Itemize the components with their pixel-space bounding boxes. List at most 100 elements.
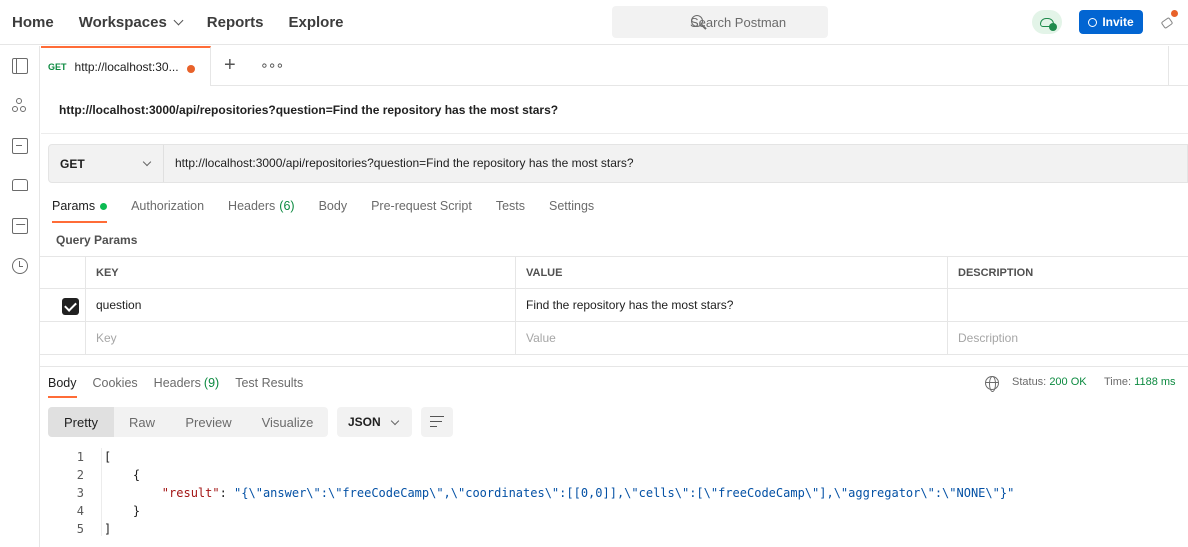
nav-home[interactable]: Home — [12, 14, 54, 31]
chevron-down-icon — [173, 15, 184, 26]
query-params-label: Query Params — [56, 233, 138, 247]
param-description-field[interactable] — [947, 289, 1188, 321]
new-key-field[interactable]: Key — [85, 322, 515, 354]
add-user-icon — [1088, 17, 1098, 27]
response-tab-body[interactable]: Body — [48, 376, 77, 398]
line-number: 1 — [76, 450, 84, 464]
response-view-switch: Pretty Raw Preview Visualize — [48, 407, 328, 437]
unsaved-dot — [187, 65, 195, 73]
wrap-icon-line — [430, 416, 444, 418]
request-tab-name: http://localhost:30... — [74, 60, 179, 74]
nav-workspaces-label: Workspaces — [78, 14, 167, 31]
view-preview-button[interactable]: Preview — [170, 407, 247, 437]
response-divider[interactable] — [40, 366, 1188, 367]
view-visualize-button[interactable]: Visualize — [247, 407, 328, 437]
status-value: 200 OK — [1049, 376, 1087, 388]
search-icon — [691, 15, 703, 27]
tab-params-label: Params — [52, 199, 96, 213]
query-params-table: KEY VALUE DESCRIPTION question Find the … — [40, 256, 1188, 355]
line-number: 5 — [76, 522, 84, 536]
new-tab-button[interactable]: + — [224, 55, 236, 75]
tab-prerequest-script[interactable]: Pre-request Script — [371, 199, 472, 221]
nav-home-label: Home — [12, 14, 54, 31]
history-icon[interactable] — [12, 258, 28, 274]
code-text: { — [104, 468, 141, 482]
monitors-icon[interactable] — [12, 218, 28, 234]
code-line: 3 "result": "{\"answer\":\"freeCodeCamp\… — [40, 484, 1188, 502]
invite-label: Invite — [1102, 15, 1134, 29]
view-raw-button[interactable]: Raw — [114, 407, 170, 437]
status-readout[interactable]: Status: 200 OK — [1012, 376, 1087, 388]
request-tab-bar: GET http://localhost:30... + ∘∘∘ — [41, 46, 1188, 86]
request-title[interactable]: http://localhost:3000/api/repositories?q… — [59, 103, 558, 117]
response-tab-test-results[interactable]: Test Results — [235, 376, 303, 398]
nav-explore[interactable]: Explore — [288, 14, 343, 31]
code-line: 4 } — [40, 502, 1188, 520]
format-select-value: JSON — [348, 415, 381, 429]
tab-tests-label: Tests — [495, 199, 525, 213]
time-readout[interactable]: Time: 1188 ms — [1104, 376, 1176, 388]
request-tab[interactable]: GET http://localhost:30... — [41, 46, 211, 86]
tab-authorization[interactable]: Authorization — [131, 199, 204, 221]
wrap-lines-button[interactable] — [421, 407, 453, 437]
param-enabled-checkbox[interactable] — [62, 298, 79, 315]
status-label: Status: — [1012, 376, 1047, 388]
url-input[interactable]: http://localhost:3000/api/repositories?q… — [175, 156, 634, 170]
format-select[interactable]: JSON — [337, 407, 412, 437]
code-text: ] — [104, 522, 112, 536]
tab-settings[interactable]: Settings — [549, 199, 594, 221]
param-key-field[interactable]: question — [85, 289, 515, 321]
column-header-description: DESCRIPTION — [947, 257, 1188, 288]
json-colon: : — [219, 486, 235, 500]
response-body-editor[interactable]: 1 [ 2 { 3 "result": "{\"answer\":\"freeC… — [40, 448, 1188, 547]
nav-workspaces[interactable]: Workspaces — [78, 14, 184, 31]
response-tab-cookies[interactable]: Cookies — [93, 376, 138, 398]
table-header-check — [40, 257, 85, 288]
response-tab-headers[interactable]: Headers (9) — [154, 376, 220, 398]
code-text: "result": "{\"answer\":\"freeCodeCamp\",… — [104, 484, 1015, 502]
row-check-cell — [40, 289, 85, 321]
tab-params[interactable]: Params — [52, 199, 108, 223]
time-label: Time: — [1104, 376, 1132, 388]
divider — [41, 133, 1188, 134]
response-tab-body-label: Body — [48, 376, 77, 390]
line-number: 4 — [76, 504, 84, 518]
environments-icon[interactable] — [12, 138, 28, 154]
response-headers-count: (9) — [203, 376, 220, 390]
method-select[interactable]: GET — [49, 145, 164, 182]
url-bar: GET http://localhost:3000/api/repositori… — [48, 144, 1188, 183]
line-number: 2 — [76, 468, 84, 482]
time-value: 1188 ms — [1134, 376, 1176, 388]
wrap-icon-line — [430, 421, 442, 423]
search-input[interactable]: Search Postman — [612, 6, 828, 38]
tab-headers[interactable]: Headers (6) — [228, 199, 295, 221]
new-description-field[interactable]: Description — [947, 322, 1188, 354]
new-value-field[interactable]: Value — [515, 322, 947, 354]
satellite-button[interactable] — [1160, 10, 1178, 31]
satellite-icon — [1160, 16, 1174, 30]
response-tab-cookies-label: Cookies — [92, 376, 138, 390]
nav-reports-label: Reports — [206, 14, 264, 31]
invite-button[interactable]: Invite — [1079, 10, 1143, 34]
code-text: } — [104, 504, 141, 518]
tab-body[interactable]: Body — [319, 199, 348, 221]
view-pretty-button[interactable]: Pretty — [48, 407, 114, 437]
sync-status-button[interactable] — [1032, 10, 1062, 34]
tab-tests[interactable]: Tests — [496, 199, 525, 221]
collections-icon[interactable] — [12, 58, 28, 74]
more-options-icon[interactable]: ∘∘∘ — [260, 57, 284, 74]
response-tab-test-results-label: Test Results — [235, 376, 304, 390]
chevron-down-icon — [142, 157, 152, 167]
tab-headers-label: Headers — [228, 199, 276, 213]
mock-servers-icon[interactable] — [12, 179, 28, 191]
top-bar: Home Workspaces Reports Explore Search P… — [0, 0, 1188, 45]
apis-icon[interactable] — [12, 98, 28, 114]
notification-dot — [1171, 10, 1178, 17]
code-line: 5 ] — [40, 520, 1188, 538]
line-number: 3 — [76, 486, 84, 500]
globe-icon[interactable] — [985, 376, 999, 392]
column-header-value: VALUE — [515, 257, 947, 288]
sidebar — [0, 46, 40, 547]
nav-reports[interactable]: Reports — [207, 14, 264, 31]
param-value-field[interactable]: Find the repository has the most stars? — [515, 289, 947, 321]
